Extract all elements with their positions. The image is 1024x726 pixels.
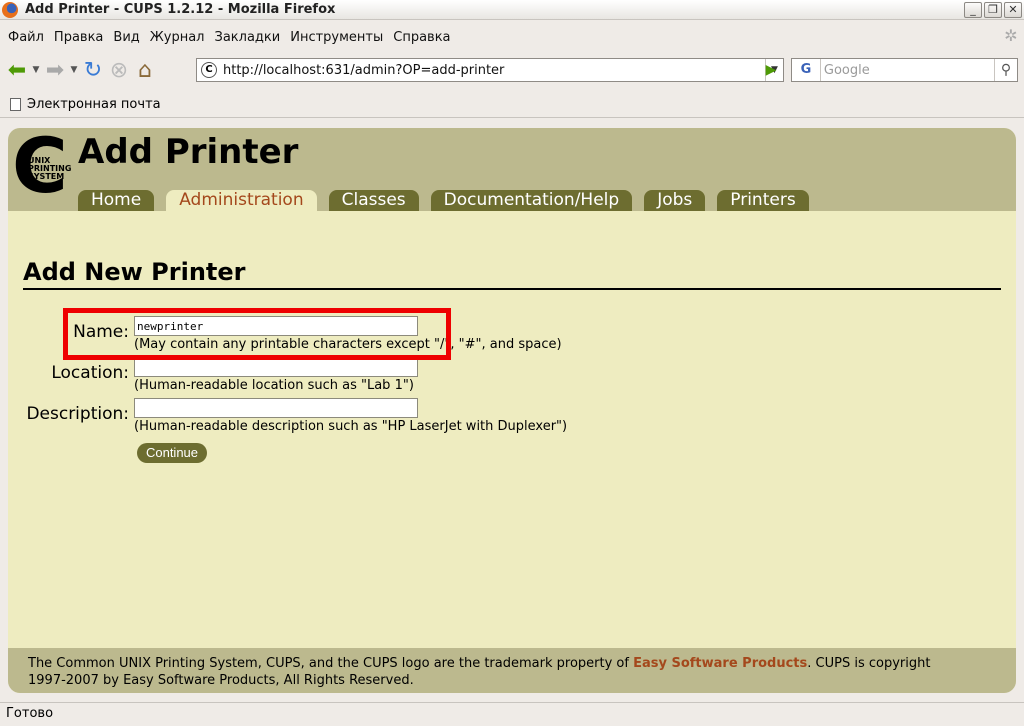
menu-help[interactable]: Справка	[393, 30, 450, 45]
footer-text: The Common UNIX Printing System, CUPS, a…	[28, 656, 634, 671]
tab-printers[interactable]: Printers	[717, 190, 809, 211]
cups-logo: C UNIX PRINTING SYSTEM	[12, 128, 74, 206]
magnifier-icon[interactable]: ⚲	[993, 59, 1017, 81]
tab-home[interactable]: Home	[78, 190, 155, 211]
description-hint: (Human-readable description such as "HP …	[134, 419, 568, 434]
footer-copyright: 1997-2007 by Easy Software Products, All…	[28, 673, 414, 688]
window-controls: _ ❐ ✕	[964, 2, 1022, 18]
go-arrow-icon[interactable]: ▶	[760, 59, 782, 81]
page-icon: C	[201, 62, 217, 78]
minimize-button[interactable]: _	[964, 2, 982, 18]
back-arrow-icon[interactable]: ⬅	[4, 57, 30, 83]
add-printer-form: Name: (May contain any printable charact…	[23, 308, 1001, 474]
document-icon	[10, 98, 21, 111]
firefox-icon	[2, 1, 18, 18]
cups-logo-text: UNIX PRINTING SYSTEM	[28, 156, 72, 181]
forward-dropdown-icon[interactable]: ▼	[68, 65, 80, 75]
url-text[interactable]: http://localhost:631/admin?OP=add-printe…	[223, 63, 765, 78]
page-title: Add Printer	[78, 132, 299, 172]
page-viewport: C UNIX PRINTING SYSTEM Add Printer Home …	[0, 120, 1024, 700]
menubar: Файл Правка Вид Журнал Закладки Инструме…	[0, 24, 1024, 50]
footer-link[interactable]: Easy Software Products	[633, 656, 807, 671]
window-title: Add Printer - CUPS 1.2.12 - Mozilla Fire…	[25, 2, 336, 17]
menu-history[interactable]: Журнал	[150, 30, 205, 45]
address-bar[interactable]: C http://localhost:631/admin?OP=add-prin…	[196, 58, 784, 82]
bookmark-label: Электронная почта	[27, 97, 161, 112]
menu-file[interactable]: Файл	[8, 30, 44, 45]
location-input[interactable]	[134, 357, 418, 377]
window-titlebar: Add Printer - CUPS 1.2.12 - Mozilla Fire…	[0, 0, 1024, 20]
description-input[interactable]	[134, 398, 418, 418]
menu-tools[interactable]: Инструменты	[290, 30, 383, 45]
reload-icon[interactable]: ↻	[80, 57, 106, 83]
main-content: Add New Printer Name: (May contain any p…	[23, 258, 1001, 474]
bookmarks-toolbar: Электронная почта	[0, 92, 1024, 118]
menu-bookmarks[interactable]: Закладки	[215, 30, 281, 45]
tab-jobs[interactable]: Jobs	[644, 190, 706, 211]
tab-classes[interactable]: Classes	[328, 190, 419, 211]
continue-button[interactable]: Continue	[137, 443, 207, 463]
search-bar[interactable]: G ⚲	[791, 58, 1018, 82]
cups-header: C UNIX PRINTING SYSTEM Add Printer Home …	[8, 128, 1016, 211]
maximize-button[interactable]: ❐	[984, 2, 1002, 18]
back-dropdown-icon[interactable]: ▼	[30, 65, 42, 75]
cups-footer: The Common UNIX Printing System, CUPS, a…	[8, 648, 1016, 693]
navigation-toolbar: ⬅ ▼ ➡ ▼ ↻ ⊗ ⌂ C http://localhost:631/adm…	[0, 52, 1024, 88]
forward-arrow-icon[interactable]: ➡	[42, 57, 68, 83]
tab-administration[interactable]: Administration	[166, 190, 317, 211]
status-bar: Готово	[0, 702, 1024, 726]
throbber-icon: ✲	[1004, 26, 1018, 45]
cups-frame: C UNIX PRINTING SYSTEM Add Printer Home …	[8, 128, 1016, 693]
location-hint: (Human-readable location such as "Lab 1"…	[134, 378, 414, 393]
menu-edit[interactable]: Правка	[54, 30, 103, 45]
close-button[interactable]: ✕	[1004, 2, 1022, 18]
status-text: Готово	[6, 706, 54, 721]
location-label: Location:	[51, 363, 129, 383]
bookmark-email[interactable]: Электронная почта	[10, 97, 161, 112]
search-engine-icon[interactable]: G	[792, 59, 821, 81]
home-icon[interactable]: ⌂	[132, 57, 158, 83]
description-label: Description:	[26, 404, 129, 424]
section-heading: Add New Printer	[23, 258, 1001, 290]
tab-documentation-help[interactable]: Documentation/Help	[430, 190, 633, 211]
cups-tabs: Home Administration Classes Documentatio…	[78, 190, 809, 211]
stop-icon[interactable]: ⊗	[106, 57, 132, 83]
description-row: Description: (Human-readable description…	[23, 392, 1001, 434]
annotation-highlight-box	[63, 308, 451, 360]
search-input[interactable]	[820, 60, 994, 80]
menu-view[interactable]: Вид	[113, 30, 139, 45]
continue-row: Continue	[23, 433, 1001, 474]
footer-text-2: . CUPS is copyright	[807, 656, 931, 671]
